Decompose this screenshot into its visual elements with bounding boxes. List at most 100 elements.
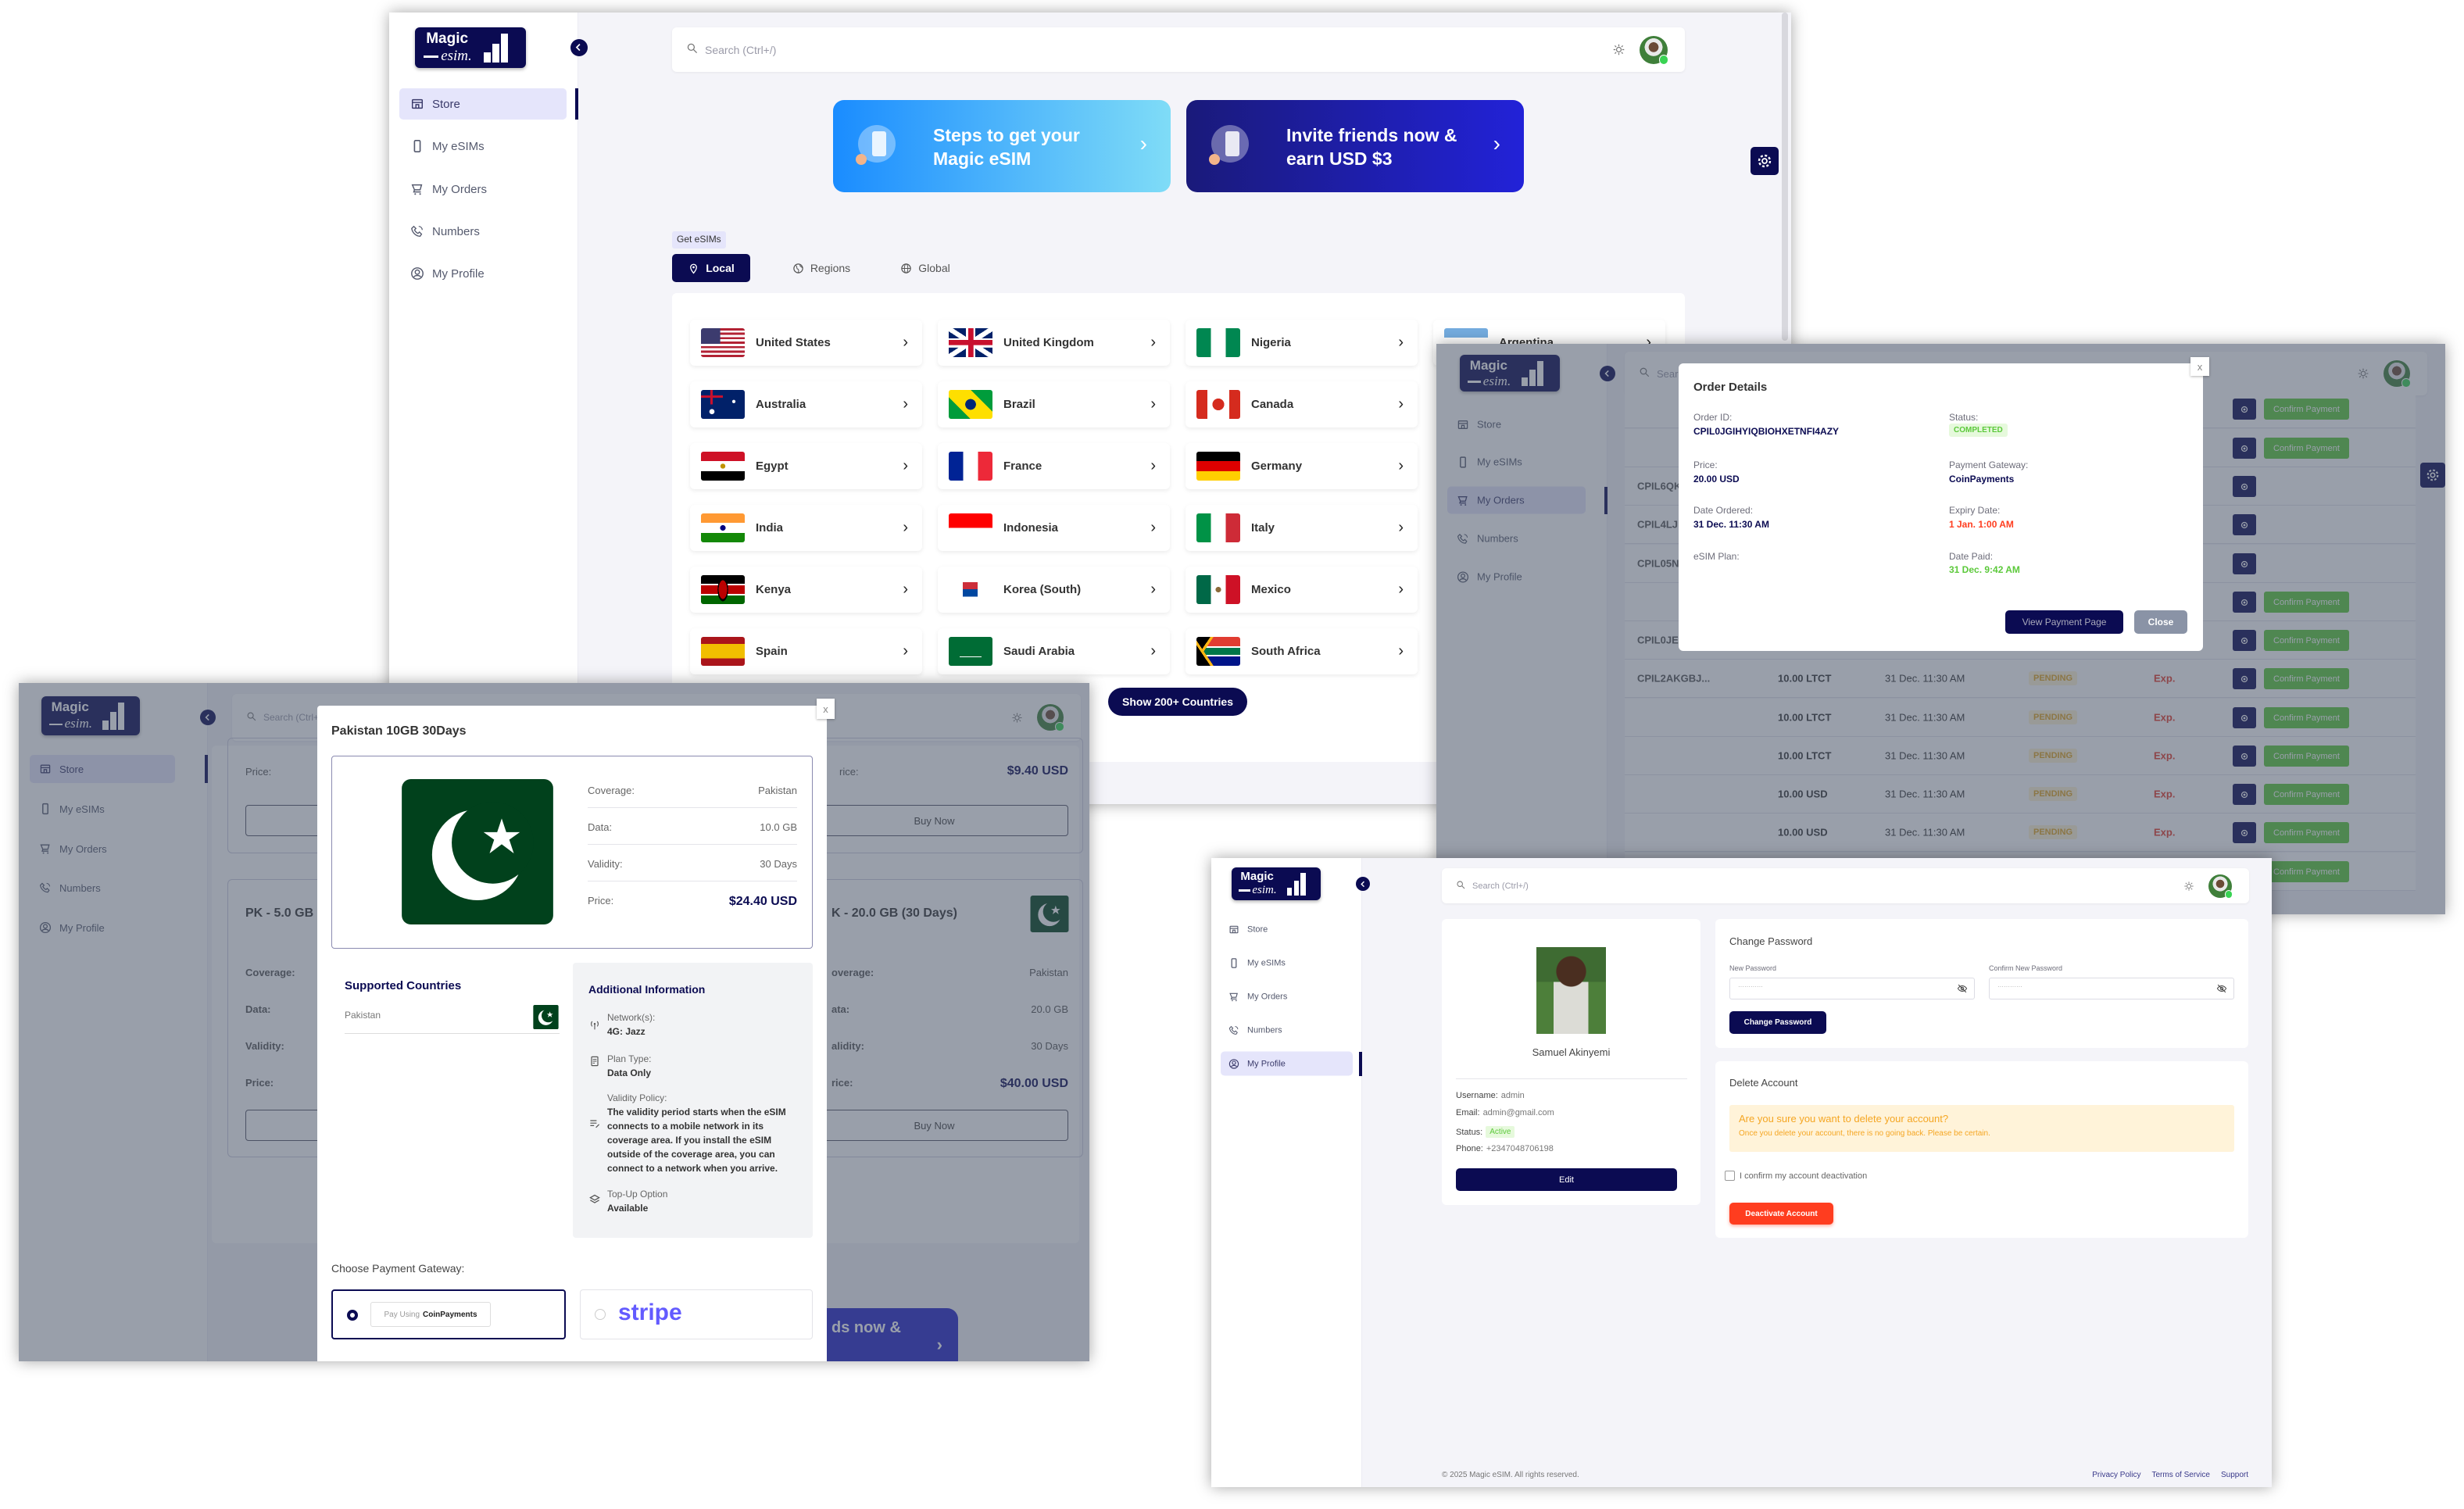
country-card[interactable]: Brazil ›	[938, 381, 1170, 427]
new-password-input[interactable]: ············	[1729, 978, 1975, 999]
footer-link[interactable]: Terms of Service	[2152, 1471, 2210, 1479]
country-card[interactable]: Australia ›	[690, 381, 922, 427]
logo-text-esim: esim.	[1239, 884, 1276, 897]
order-id-value: CPIL0JGIHYIQBIOHXETNFI4AZY	[1693, 426, 1840, 437]
collapse-sidebar-button[interactable]	[570, 39, 588, 56]
footer-link[interactable]: Support	[2221, 1471, 2248, 1479]
tab-regions[interactable]: Regions	[778, 254, 864, 282]
banner-invite[interactable]: Invite friends now & earn USD $3 ›	[1186, 100, 1524, 192]
date-paid-label: Date Paid:	[1949, 551, 1994, 562]
country-card[interactable]: United Kingdom ›	[938, 320, 1170, 366]
country-card[interactable]: Nigeria ›	[1186, 320, 1418, 366]
country-card[interactable]: France ›	[938, 443, 1170, 489]
gateway-option-coinpayments[interactable]: Pay Using CoinPayments	[331, 1289, 566, 1339]
sidebar-item-numbers[interactable]: Numbers	[399, 216, 567, 247]
scrollbar[interactable]	[1782, 13, 1788, 341]
cart-icon	[1229, 992, 1238, 1001]
brand-logo[interactable]: Magic esim.	[415, 27, 526, 68]
flag-icon	[701, 328, 745, 357]
date-paid-value: 31 Dec. 9:42 AM	[1949, 564, 2020, 575]
order-details-modal: x Order Details Order ID: CPIL0JGIHYIQBI…	[1679, 357, 2209, 651]
radio-unselected[interactable]	[595, 1309, 606, 1320]
sidebar-item-my-profile[interactable]: My Profile	[1221, 1051, 1353, 1076]
collapse-sidebar-button[interactable]	[1356, 877, 1370, 891]
confirm-password-input[interactable]: ············	[1989, 978, 2234, 999]
sidebar-item-store[interactable]: Store	[399, 88, 567, 120]
theme-toggle-sun-icon[interactable]	[1612, 43, 1625, 56]
checkbox[interactable]	[1725, 1171, 1735, 1181]
user-avatar[interactable]	[2208, 874, 2233, 899]
phone-call-icon	[1228, 1025, 1239, 1035]
flag-icon	[949, 513, 992, 542]
close-button[interactable]: Close	[2134, 610, 2187, 634]
radio-selected[interactable]	[347, 1310, 358, 1321]
flag-icon	[701, 575, 745, 604]
signal-bars-icon	[1286, 872, 1314, 896]
sidebar-item-numbers[interactable]: Numbers	[1221, 1018, 1353, 1042]
toggle-visibility[interactable]	[1957, 983, 1968, 996]
sidebar-item-my-profile[interactable]: My Profile	[399, 258, 567, 289]
search-input[interactable]	[705, 27, 1211, 72]
banner-steps[interactable]: Steps to get your Magic eSIM ›	[833, 100, 1171, 192]
theme-toggle-sun-icon[interactable]	[2183, 881, 2194, 892]
country-card[interactable]: Italy ›	[1186, 505, 1418, 551]
profile-status: Status: Active	[1456, 1126, 1515, 1138]
sidebar-item-my-esims[interactable]: My eSIMs	[399, 131, 567, 162]
view-payment-page-button[interactable]: View Payment Page	[2005, 610, 2123, 634]
country-card[interactable]: Korea (South) ›	[938, 567, 1170, 613]
sidebar-item-store[interactable]: Store	[1221, 917, 1353, 942]
show-more-countries-button[interactable]: Show 200+ Countries	[1108, 688, 1247, 716]
search-input[interactable]	[1472, 868, 1876, 903]
chevron-right-icon: ›	[1150, 519, 1156, 536]
date-ordered-label: Date Ordered:	[1693, 505, 1754, 516]
country-card[interactable]: India ›	[690, 505, 922, 551]
chevron-right-icon: ›	[903, 642, 908, 660]
plan-window: Magic esim. StoreMy eSIMsMy OrdersNumber…	[19, 683, 1089, 1361]
sidebar-item-my-esims[interactable]: My eSIMs	[1221, 951, 1353, 975]
confirm-deactivation-checkbox[interactable]: I confirm my account deactivation	[1725, 1171, 1867, 1181]
change-password-button[interactable]: Change Password	[1729, 1011, 1826, 1034]
flag-icon	[1196, 452, 1240, 481]
sidebar-item-label: Numbers	[432, 224, 480, 238]
sidebar-item-my-orders[interactable]: My Orders	[1221, 985, 1353, 1009]
country-card[interactable]: Mexico ›	[1186, 567, 1418, 613]
profile-window: Magic esim. Store My eSIMs My Orders Number…	[1211, 858, 2272, 1487]
chevron-right-icon: ›	[903, 395, 908, 413]
user-avatar[interactable]	[1640, 35, 1668, 65]
brand-logo[interactable]: Magic esim.	[1232, 867, 1321, 900]
search-field[interactable]: Search (Ctrl+/)	[705, 27, 1211, 72]
flag-icon	[701, 513, 745, 542]
eye-off-icon	[2216, 984, 2227, 993]
deactivate-account-button[interactable]: Deactivate Account	[1729, 1203, 1833, 1225]
toggle-visibility[interactable]	[2216, 983, 2227, 996]
country-card[interactable]: Spain ›	[690, 628, 922, 674]
search-field[interactable]: Search (Ctrl+/)	[1472, 868, 1876, 903]
country-card[interactable]: United States ›	[690, 320, 922, 366]
tab-global[interactable]: Global	[882, 254, 968, 282]
modal-close-button[interactable]: x	[817, 699, 835, 719]
country-card[interactable]: Germany ›	[1186, 443, 1418, 489]
username-label: Username:	[1456, 1091, 1498, 1100]
country-card[interactable]: South Africa ›	[1186, 628, 1418, 674]
country-card[interactable]: Canada ›	[1186, 381, 1418, 427]
tab-local[interactable]: Local	[672, 254, 750, 282]
footer-link[interactable]: Privacy Policy	[2092, 1471, 2140, 1479]
password-mask: ············	[1997, 983, 2022, 990]
profile-photo	[1536, 947, 1606, 1034]
country-card[interactable]: Kenya ›	[690, 567, 922, 613]
country-card[interactable]: Indonesia ›	[938, 505, 1170, 551]
country-card[interactable]: Egypt ›	[690, 443, 922, 489]
gateway-option-stripe[interactable]: stripe	[580, 1289, 813, 1339]
expiry-value: 1 Jan. 1:00 AM	[1949, 519, 2014, 530]
warning-text: Once you delete your account, there is n…	[1739, 1129, 1990, 1138]
user-circle-icon	[1228, 1058, 1239, 1069]
sidebar-item-my-orders[interactable]: My Orders	[399, 173, 567, 205]
flag-icon	[1196, 637, 1240, 666]
pakistan-flag	[401, 779, 554, 928]
settings-button[interactable]	[1751, 147, 1779, 175]
edit-profile-button[interactable]: Edit	[1456, 1168, 1677, 1191]
profile-username: Username: admin	[1456, 1091, 1525, 1100]
plan-spec-row: Validity: 30 Days	[588, 858, 797, 881]
country-card[interactable]: Saudi Arabia ›	[938, 628, 1170, 674]
modal-close-button[interactable]: x	[2190, 357, 2209, 376]
